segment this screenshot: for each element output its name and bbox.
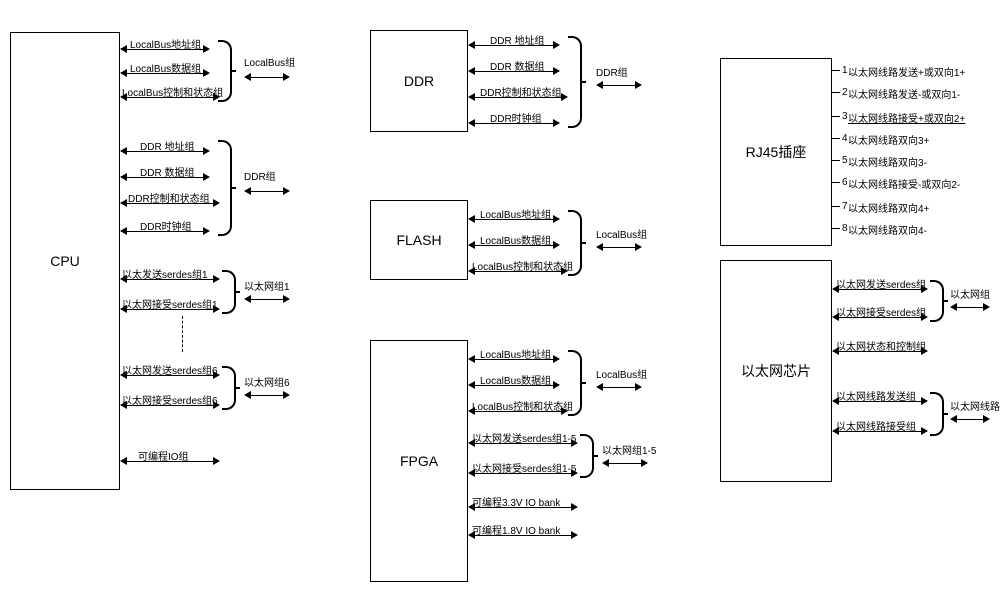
arrow-icon <box>120 146 210 156</box>
arrow-icon <box>120 226 210 236</box>
arrow-icon <box>120 304 220 314</box>
rj45-pin-8: 8 <box>832 228 840 229</box>
flash-block: FLASH <box>370 200 468 280</box>
arrow-icon <box>120 92 220 102</box>
ellipsis-dash <box>182 316 183 352</box>
ethchip-line-group: 以太网线路组 <box>950 398 1000 413</box>
ddr-group: DDR组 <box>596 64 628 79</box>
arrow-icon <box>120 198 220 208</box>
arrow-icon <box>832 346 928 356</box>
cpu-block: CPU <box>10 32 120 490</box>
cpu-ddr-group: DDR组 <box>244 168 276 183</box>
ethchip-block: 以太网芯片 <box>720 260 832 482</box>
rj45-pin-3: 3 <box>832 116 840 117</box>
arrow-icon <box>120 370 220 380</box>
arrow-icon <box>120 274 220 284</box>
arrow-icon <box>120 400 220 410</box>
arrow-icon <box>468 66 560 76</box>
fpga-lb-group: LocalBus组 <box>596 366 647 381</box>
arrow-icon <box>596 80 642 90</box>
brace-icon <box>222 270 236 314</box>
rj45-pin-5: 5 <box>832 160 840 161</box>
arrow-icon <box>120 68 210 78</box>
arrow-icon <box>468 406 568 416</box>
rj45-p1: 以太网线路发送+或双向1+ <box>848 64 965 79</box>
brace-icon <box>568 210 582 276</box>
brace-icon <box>222 366 236 410</box>
brace-icon <box>218 40 232 102</box>
ethchip-group: 以太网组 <box>950 286 990 301</box>
rj45-p7: 以太网线路双向4+ <box>848 200 929 215</box>
arrow-icon <box>468 354 560 364</box>
brace-icon <box>580 434 594 478</box>
rj45-pin-4: 4 <box>832 138 840 139</box>
rj45-pin-6: 6 <box>832 182 840 183</box>
cpu-lb-group: LocalBus组 <box>244 54 295 69</box>
rj45-pin-7: 7 <box>832 206 840 207</box>
arrow-icon <box>468 214 560 224</box>
arrow-icon <box>468 40 560 50</box>
arrow-icon <box>468 118 560 128</box>
arrow-icon <box>244 72 290 82</box>
arrow-icon <box>120 172 210 182</box>
arrow-icon <box>120 44 210 54</box>
rj45-block: RJ45插座 <box>720 58 832 246</box>
arrow-icon <box>468 468 578 478</box>
fpga-block: FPGA <box>370 340 468 582</box>
rj45-p5: 以太网线路双向3- <box>848 154 927 169</box>
rj45-p3: 以太网线路接受+或双向2+ <box>848 110 965 125</box>
arrow-icon <box>468 438 578 448</box>
arrow-icon <box>244 186 290 196</box>
arrow-icon <box>468 380 560 390</box>
rj45-title: RJ45插座 <box>746 142 807 162</box>
rj45-p4: 以太网线路双向3+ <box>848 132 929 147</box>
arrow-icon <box>832 312 928 322</box>
cpu-eth-g1: 以太网组1 <box>244 278 290 293</box>
fpga-eth-group: 以太网组1-5 <box>602 442 656 457</box>
arrow-icon <box>596 382 642 392</box>
arrow-icon <box>832 284 928 294</box>
arrow-icon <box>832 426 928 436</box>
arrow-icon <box>602 458 648 468</box>
brace-icon <box>930 392 944 436</box>
arrow-icon <box>468 502 578 512</box>
fpga-title: FPGA <box>400 453 438 469</box>
flash-lb-group: LocalBus组 <box>596 226 647 241</box>
cpu-eth-g6: 以太网组6 <box>244 374 290 389</box>
arrow-icon <box>950 414 990 424</box>
arrow-icon <box>120 456 220 466</box>
arrow-icon <box>832 396 928 406</box>
brace-icon <box>568 36 582 128</box>
ddr-block: DDR <box>370 30 468 132</box>
brace-icon <box>568 350 582 416</box>
ethchip-title: 以太网芯片 <box>741 361 811 381</box>
rj45-p8: 以太网线路双向4- <box>848 222 927 237</box>
arrow-icon <box>244 390 290 400</box>
ddr-title: DDR <box>404 73 434 89</box>
rj45-p6: 以太网线路接受-或双向2- <box>848 176 960 191</box>
brace-icon <box>930 280 944 322</box>
arrow-icon <box>244 294 290 304</box>
arrow-icon <box>596 242 642 252</box>
arrow-icon <box>468 530 578 540</box>
arrow-icon <box>468 240 560 250</box>
rj45-p2: 以太网线路发送-或双向1- <box>848 86 960 101</box>
rj45-pin-2: 2 <box>832 92 840 93</box>
flash-title: FLASH <box>396 232 441 248</box>
arrow-icon <box>468 266 568 276</box>
cpu-title: CPU <box>50 253 80 269</box>
rj45-pin-1: 1 <box>832 70 840 71</box>
brace-icon <box>218 140 232 236</box>
arrow-icon <box>950 302 990 312</box>
arrow-icon <box>468 92 568 102</box>
